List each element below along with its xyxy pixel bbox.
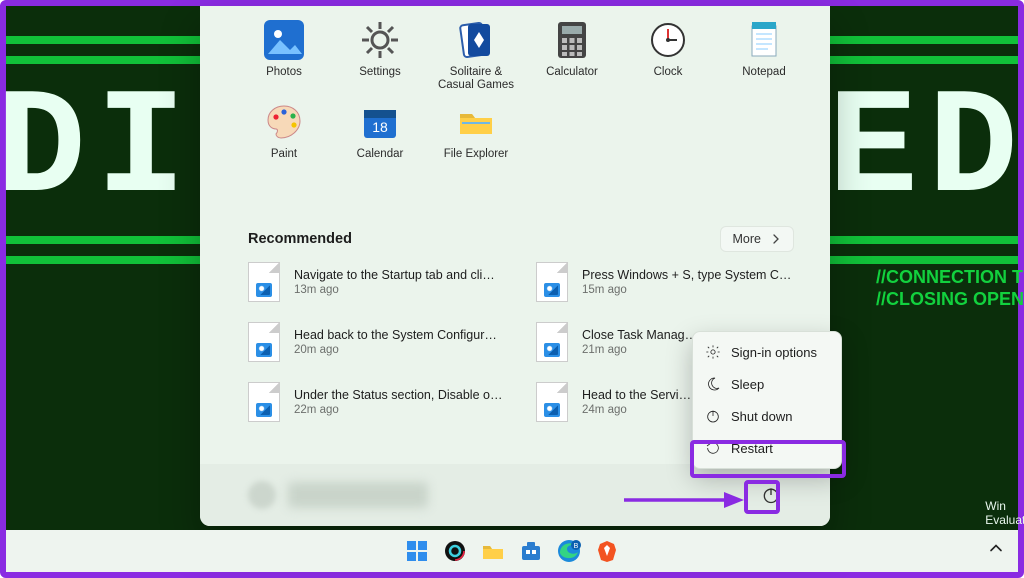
sleep-label: Sleep: [731, 377, 764, 392]
clock-icon: [648, 20, 688, 60]
app-settings[interactable]: Settings: [332, 20, 428, 92]
power-icon: [761, 485, 781, 505]
taskbar-ms-store[interactable]: [517, 537, 545, 565]
restart-item[interactable]: Restart: [693, 432, 841, 464]
recommended-title: Press Windows + S, type System C…: [582, 268, 791, 282]
search-loop-icon: [443, 539, 467, 563]
taskbar-start-button[interactable]: [403, 537, 431, 565]
app-paint[interactable]: Paint: [236, 102, 332, 161]
taskbar-tray-expand[interactable]: [988, 541, 1004, 562]
app-label: Clock: [654, 66, 683, 79]
recommended-time: 24m ago: [582, 404, 691, 416]
app-file-explorer[interactable]: File Explorer: [428, 102, 524, 161]
power-icon: [705, 408, 721, 424]
signin-options-item[interactable]: Sign-in options: [693, 336, 841, 368]
bg-word-left: DI: [0, 66, 196, 236]
recommended-item[interactable]: Head back to the System Configur… 20m ago: [248, 322, 506, 362]
edge-icon: B: [557, 539, 581, 563]
bg-terminal-text: //CONNECTION TER //CLOSING OPEN P: [876, 266, 1024, 310]
shutdown-item[interactable]: Shut down: [693, 400, 841, 432]
app-photos[interactable]: Photos: [236, 20, 332, 92]
sleep-item[interactable]: Sleep: [693, 368, 841, 400]
user-name-blurred: [288, 482, 428, 508]
svg-text:B: B: [574, 543, 579, 550]
app-label: Notepad: [742, 66, 785, 79]
taskbar-brave[interactable]: [593, 537, 621, 565]
app-label: Paint: [271, 148, 297, 161]
app-label: Calculator: [546, 66, 598, 79]
taskbar-file-explorer[interactable]: [479, 537, 507, 565]
app-label: Solitaire & Casual Games: [431, 66, 521, 92]
shutdown-label: Shut down: [731, 409, 792, 424]
app-label: Settings: [359, 66, 401, 79]
document-icon: [536, 322, 568, 362]
document-icon: [536, 382, 568, 422]
recommended-item[interactable]: Under the Status section, Disable o… 22m …: [248, 382, 506, 422]
cards-icon: [456, 20, 496, 60]
avatar: [248, 481, 276, 509]
more-button-label: More: [733, 232, 761, 246]
recommended-heading: Recommended: [248, 231, 352, 247]
annotation-arrow: [624, 490, 744, 510]
document-icon: [248, 382, 280, 422]
recommended-title: Close Task Manag…: [582, 328, 697, 342]
recommended-time: 15m ago: [582, 284, 791, 296]
chevron-right-icon: [771, 234, 781, 244]
recommended-title: Head back to the System Configur…: [294, 328, 497, 342]
power-menu: Sign-in options Sleep Shut down Restart: [692, 331, 842, 469]
restart-label: Restart: [731, 441, 773, 456]
taskbar-edge[interactable]: B: [555, 537, 583, 565]
app-clock[interactable]: Clock: [620, 20, 716, 92]
gear-icon: [360, 20, 400, 60]
taskbar-search-button[interactable]: [441, 537, 469, 565]
recommended-time: 13m ago: [294, 284, 495, 296]
recommended-title: Navigate to the Startup tab and cli…: [294, 268, 495, 282]
app-label: Calendar: [357, 148, 404, 161]
windows-watermark: Win Evaluati: [985, 499, 1024, 527]
svg-text:18: 18: [372, 119, 388, 135]
photos-icon: [264, 20, 304, 60]
windows-start-icon: [405, 539, 429, 563]
bg-word-right: ED: [828, 66, 1024, 236]
chevron-up-icon: [988, 541, 1004, 557]
signin-options-label: Sign-in options: [731, 345, 817, 360]
file-explorer-icon: [456, 102, 496, 142]
document-icon: [248, 262, 280, 302]
brave-icon: [595, 539, 619, 563]
recommended-time: 22m ago: [294, 404, 502, 416]
moon-icon: [705, 376, 721, 392]
app-notepad[interactable]: Notepad: [716, 20, 812, 92]
document-icon: [248, 322, 280, 362]
user-account-button[interactable]: [248, 481, 428, 509]
recommended-title: Under the Status section, Disable o…: [294, 388, 502, 402]
document-icon: [536, 262, 568, 302]
calculator-icon: [552, 20, 592, 60]
folder-icon: [481, 539, 505, 563]
app-calculator[interactable]: Calculator: [524, 20, 620, 92]
app-solitaire-casual-games[interactable]: Solitaire & Casual Games: [428, 20, 524, 92]
paint-icon: [264, 102, 304, 142]
app-label: Photos: [266, 66, 302, 79]
recommended-item[interactable]: Navigate to the Startup tab and cli… 13m …: [248, 262, 506, 302]
notepad-icon: [744, 20, 784, 60]
power-button[interactable]: [760, 484, 782, 506]
gear-icon: [705, 344, 721, 360]
restart-icon: [705, 440, 721, 456]
app-calendar[interactable]: 18 Calendar: [332, 102, 428, 161]
taskbar: B: [6, 530, 1018, 572]
recommended-time: 21m ago: [582, 344, 697, 356]
app-label: File Explorer: [444, 148, 509, 161]
store-icon: [519, 539, 543, 563]
recommended-time: 20m ago: [294, 344, 497, 356]
recommended-item[interactable]: Press Windows + S, type System C… 15m ago: [536, 262, 794, 302]
calendar-icon: 18: [360, 102, 400, 142]
recommended-title: Head to the Servi…: [582, 388, 691, 402]
more-button[interactable]: More: [720, 226, 794, 252]
